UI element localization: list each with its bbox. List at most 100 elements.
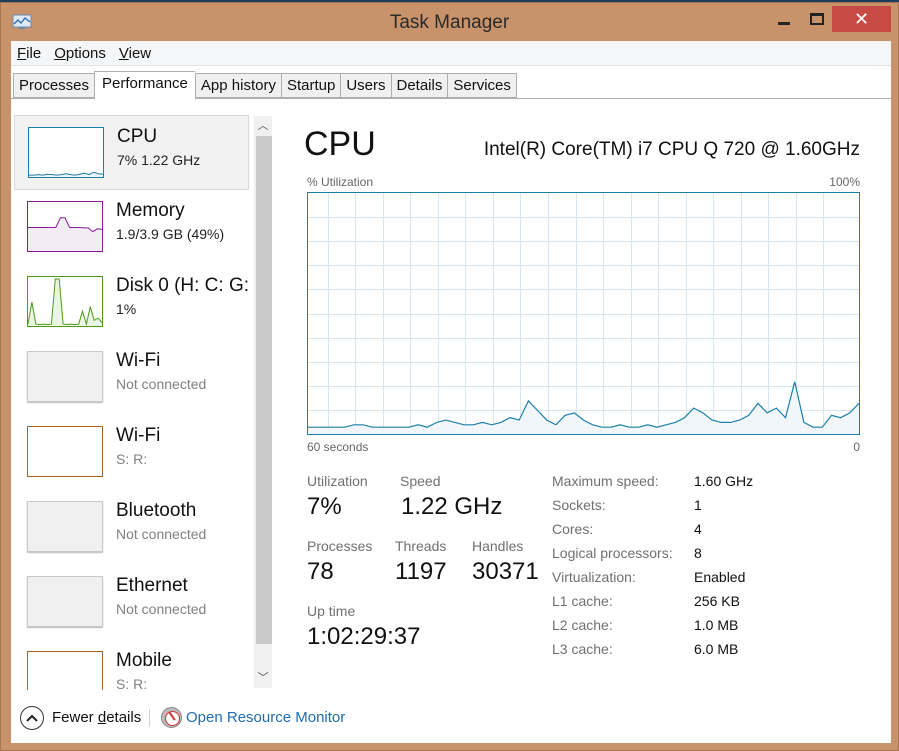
thumbnail-area	[28, 279, 102, 326]
chevron-down-icon: ﹀	[257, 672, 269, 684]
tab-app-history[interactable]: App history	[194, 73, 281, 98]
utilization-label: Utilization	[307, 473, 368, 489]
spec-value: 4	[694, 521, 702, 537]
maximize-icon	[810, 13, 824, 25]
spec-label: Sockets:	[552, 497, 606, 513]
resource-item-mobile[interactable]: Mobile S: R:	[14, 640, 249, 690]
resource-item-bluetooth[interactable]: Bluetooth Not connected	[14, 490, 249, 565]
resource-subtitle: 1.9/3.9 GB (49%)	[116, 226, 225, 242]
mobile-thumbnail-graph	[27, 651, 103, 690]
scroll-up-button[interactable]: ︿	[254, 116, 272, 136]
resource-title: Disk 0 (H: C: G: D	[116, 275, 251, 296]
speed-label: Speed	[400, 473, 441, 489]
resource-item-ethernet[interactable]: Ethernet Not connected	[14, 565, 249, 640]
close-icon: ✕	[853, 8, 870, 29]
resource-item-cpu[interactable]: CPU 7% 1.22 GHz	[14, 115, 249, 190]
graph-y-label: % Utilization	[307, 175, 374, 189]
cpu-utilization-graph	[307, 192, 860, 435]
memory-thumbnail-graph	[27, 201, 103, 252]
resource-title: Wi-Fi	[116, 350, 161, 371]
disk-thumbnail-graph	[27, 276, 103, 327]
bluetooth-thumbnail	[27, 501, 103, 552]
sidebar-scrollbar[interactable]: ︿ ﹀	[254, 116, 272, 688]
resource-monitor-icon[interactable]	[161, 707, 182, 728]
spec-value: 8	[694, 545, 702, 561]
spec-value: 6.0 MB	[694, 641, 739, 657]
spec-value: Enabled	[694, 569, 746, 585]
uptime-value: 1:02:29:37	[307, 623, 421, 650]
tab-services[interactable]: Services	[447, 73, 517, 98]
cpu-thumbnail-graph	[28, 127, 104, 178]
spec-label: Virtualization:	[552, 569, 636, 585]
menu-file[interactable]: File	[17, 45, 41, 62]
graph-y-max-label: 100%	[829, 175, 860, 189]
thumbnail-area	[28, 217, 102, 251]
window-title: Task Manager	[389, 12, 510, 33]
close-button[interactable]: ✕	[832, 6, 891, 32]
minimize-button[interactable]	[766, 6, 802, 32]
tab-processes[interactable]: Processes	[13, 73, 95, 98]
resource-item-disk[interactable]: Disk 0 (H: C: G: D 1%	[14, 265, 251, 340]
spec-label: L2 cache:	[552, 617, 613, 633]
resource-subtitle: S: R:	[116, 676, 148, 690]
client-area: File Options View Processes Performance …	[11, 41, 891, 743]
tab-startup[interactable]: Startup	[280, 73, 341, 98]
chevron-up-icon: ︿	[257, 120, 269, 132]
spec-value: 1.60 GHz	[694, 473, 754, 489]
resource-title: CPU	[117, 126, 158, 147]
wifi-thumbnail-graph	[27, 426, 103, 477]
resource-title: Ethernet	[116, 575, 188, 596]
menu-view[interactable]: View	[119, 45, 151, 62]
tab-bar: Processes Performance App history Startu…	[13, 71, 517, 99]
fewer-details-button[interactable]: Fewer details	[52, 709, 141, 726]
spec-value: 1	[694, 497, 702, 513]
resource-item-wifi-2[interactable]: Wi-Fi S: R:	[14, 415, 249, 490]
task-manager-window: Task Manager ✕ File Options View Process…	[0, 2, 899, 751]
resource-subtitle: Not connected	[116, 376, 207, 392]
handles-value: 30371	[472, 558, 539, 585]
spec-value: 1.0 MB	[694, 617, 739, 633]
spec-label: L1 cache:	[552, 593, 613, 609]
maximize-button[interactable]	[802, 6, 832, 32]
uptime-label: Up time	[307, 603, 356, 619]
scroll-thumb[interactable]	[256, 136, 272, 644]
threads-label: Threads	[395, 538, 447, 554]
resource-list: CPU 7% 1.22 GHz Memory 1.9/3.9 GB (49%) …	[14, 115, 251, 690]
tab-details[interactable]: Details	[390, 73, 448, 98]
resource-subtitle: S: R:	[116, 451, 148, 467]
spec-value: 256 KB	[694, 593, 740, 609]
minimize-icon	[778, 21, 790, 25]
resource-subtitle: 1%	[116, 301, 137, 317]
cpu-model-name: Intel(R) Core(TM) i7 CPU Q 720 @ 1.60GHz	[483, 139, 860, 160]
ethernet-thumbnail	[27, 576, 103, 627]
scroll-down-button[interactable]: ﹀	[254, 668, 272, 688]
footer-divider	[149, 709, 150, 727]
threads-value: 1197	[395, 558, 447, 585]
processes-label: Processes	[307, 538, 373, 554]
spec-label: Cores:	[552, 521, 594, 537]
chevron-up-circle-icon[interactable]	[20, 706, 44, 730]
spec-label: Maximum speed:	[552, 473, 659, 489]
resource-item-memory[interactable]: Memory 1.9/3.9 GB (49%)	[14, 190, 249, 265]
menu-options[interactable]: Options	[54, 45, 106, 62]
resource-subtitle: Not connected	[116, 601, 207, 617]
tab-performance[interactable]: Performance	[94, 71, 195, 99]
speed-value: 1.22 GHz	[401, 493, 503, 520]
cpu-heading: CPU	[304, 125, 376, 163]
resource-item-wifi-1[interactable]: Wi-Fi Not connected	[14, 340, 249, 415]
resource-title: Bluetooth	[116, 500, 197, 521]
utilization-value: 7%	[307, 493, 342, 520]
spec-label: L3 cache:	[552, 641, 613, 657]
graph-x-right-label: 0	[853, 440, 860, 454]
resource-subtitle: Not connected	[116, 526, 207, 542]
processes-value: 78	[307, 558, 334, 585]
handles-label: Handles	[472, 538, 524, 554]
menu-bar: File Options View	[11, 41, 891, 66]
resource-title: Memory	[116, 200, 185, 221]
wifi-thumbnail	[27, 351, 103, 402]
tab-users[interactable]: Users	[340, 73, 391, 98]
title-bar[interactable]: Task Manager ✕	[1, 3, 898, 41]
resource-subtitle: 7% 1.22 GHz	[117, 152, 201, 168]
open-resource-monitor-link[interactable]: Open Resource Monitor	[186, 709, 345, 726]
cpu-detail-panel: CPU Intel(R) Core(TM) i7 CPU Q 720 @ 1.6…	[301, 115, 861, 675]
